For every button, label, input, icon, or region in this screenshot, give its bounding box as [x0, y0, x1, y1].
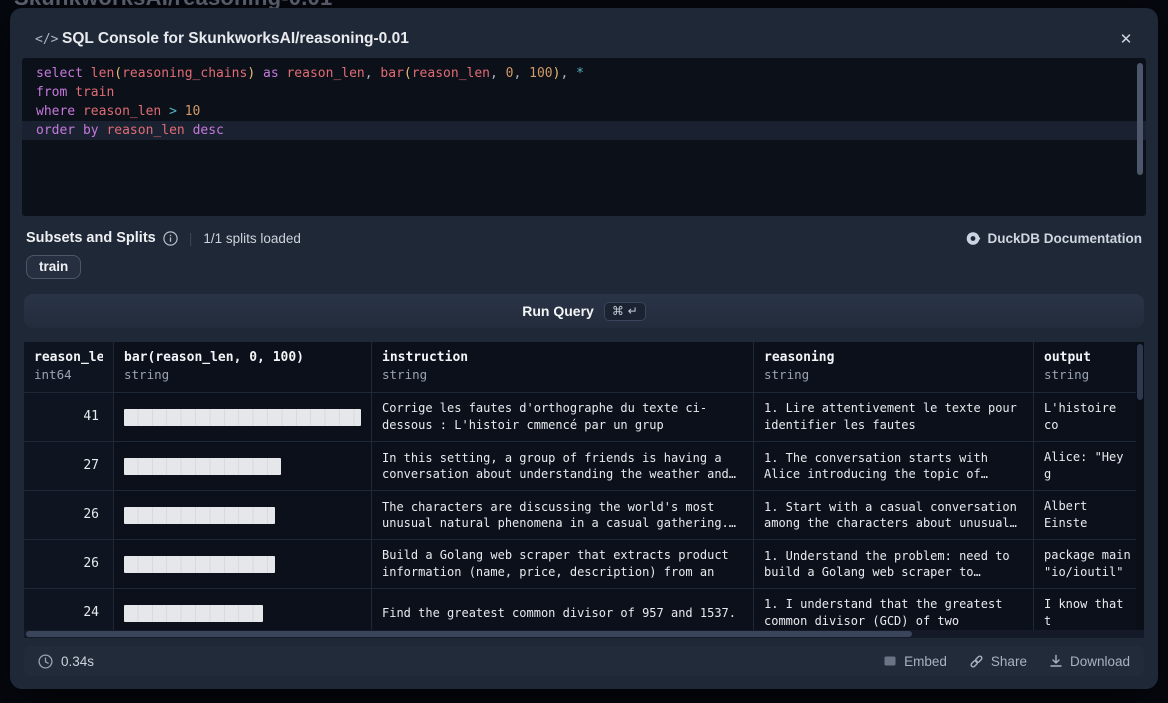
table-row[interactable]: 26 Build a Golang web scraper that extrac…: [24, 539, 1144, 588]
table-cell-output: Alice: "Hey g meteorologist: [1033, 442, 1144, 490]
table-cell-instruction: Build a Golang web scraper that extracts…: [371, 540, 753, 588]
table-cell-reasoning: 1. The conversation starts with Alice in…: [753, 442, 1033, 490]
table-cell-reasoning: 1. Understand the problem: need to build…: [753, 540, 1033, 588]
splits-loaded-status: 1/1 splits loaded: [203, 231, 301, 246]
table-cell-reason-len: 26: [24, 491, 113, 539]
code-line: select len(reasoning_chains) as reason_l…: [22, 64, 1146, 83]
subsets-row: Subsets and Splits | 1/1 splits loaded D…: [26, 227, 1142, 249]
editor-scrollbar[interactable]: [1137, 63, 1143, 175]
bar-fill: [124, 556, 275, 573]
duckdb-doc-link[interactable]: DuckDB Documentation: [966, 231, 1142, 246]
code-line: order by reason_len desc: [22, 121, 1146, 140]
column-header-instruction: instructionstring: [371, 342, 753, 392]
table-cell-reason-len: 27: [24, 442, 113, 490]
table-cell-reasoning: 1. Lire attentivement le texte pour iden…: [753, 393, 1033, 441]
table-row[interactable]: 26 The characters are discussing the worl…: [24, 490, 1144, 539]
page-backdrop: SkunkworksAI/reasoning-0.01 </> SQL Cons…: [0, 0, 1168, 703]
table-cell-instruction: In this setting, a group of friends is h…: [371, 442, 753, 490]
code-line: from train: [22, 83, 1146, 102]
link-icon: [969, 654, 984, 669]
clock-icon: [38, 654, 53, 669]
code-line: where reason_len > 10: [22, 102, 1146, 121]
table-cell-bar: [113, 393, 371, 441]
table-cell-reasoning: 1. Start with a casual conversation amon…: [753, 491, 1033, 539]
column-header-reasoning: reasoningstring: [753, 342, 1033, 392]
close-icon[interactable]: ✕: [1114, 28, 1138, 52]
footer-bar: 0.34s Embed Share Download: [24, 646, 1144, 676]
code-lines: select len(reasoning_chains) as reason_l…: [22, 64, 1146, 140]
table-cell-bar: [113, 491, 371, 539]
download-button[interactable]: Download: [1049, 654, 1130, 669]
table-vertical-scrollbar[interactable]: [1136, 342, 1144, 638]
share-button[interactable]: Share: [969, 654, 1027, 669]
modal-title: SQL Console for SkunkworksAI/reasoning-0…: [62, 30, 409, 48]
split-chip-train[interactable]: train: [26, 255, 81, 279]
run-query-button[interactable]: Run Query ⌘ ↵: [24, 294, 1144, 328]
sql-console-modal: </> SQL Console for SkunkworksAI/reasoni…: [10, 8, 1158, 689]
info-icon[interactable]: [163, 231, 178, 246]
table-header: reason_lenint64bar(reason_len, 0, 100)st…: [24, 342, 1144, 392]
subsets-title: Subsets and Splits: [26, 230, 156, 246]
embed-button[interactable]: Embed: [883, 654, 947, 669]
table-cell-reason-len: 41: [24, 393, 113, 441]
run-query-label: Run Query: [522, 303, 594, 319]
table-cell-bar: [113, 442, 371, 490]
table-cell-reason-len: 26: [24, 540, 113, 588]
divider: |: [189, 230, 193, 246]
table-cell-instruction: Corrige les fautes d'orthographe du text…: [371, 393, 753, 441]
table-cell-output: L'histoire co informatique: [1033, 393, 1144, 441]
bar-fill: [124, 409, 361, 426]
column-header-reason-len: reason_lenint64: [24, 342, 113, 392]
table-row[interactable]: 27 In this setting, a group of friends is…: [24, 441, 1144, 490]
results-table: reason_lenint64bar(reason_len, 0, 100)st…: [24, 342, 1144, 638]
table-horizontal-scrollbar[interactable]: [24, 630, 1144, 638]
bar-fill: [124, 507, 275, 524]
table-body: 41 Corrige les fautes d'orthographe du te…: [24, 392, 1144, 637]
sql-editor[interactable]: select len(reasoning_chains) as reason_l…: [22, 58, 1146, 216]
table-row[interactable]: 41 Corrige les fautes d'orthographe du te…: [24, 392, 1144, 441]
bar-fill: [124, 605, 263, 622]
embed-icon: [883, 654, 897, 668]
bar-fill: [124, 458, 281, 475]
table-cell-bar: [113, 540, 371, 588]
column-header-output: outputstring: [1033, 342, 1144, 392]
download-icon: [1049, 654, 1063, 668]
duckdb-logo-icon: [966, 231, 981, 246]
table-cell-output: Albert Einste place called: [1033, 491, 1144, 539]
query-time: 0.34s: [38, 654, 94, 669]
table-cell-instruction: The characters are discussing the world'…: [371, 491, 753, 539]
code-icon: </>: [35, 32, 58, 47]
column-header-bar-reason-len-0-100-: bar(reason_len, 0, 100)string: [113, 342, 371, 392]
table-cell-output: package main "io/ioutil" ": [1033, 540, 1144, 588]
keyboard-shortcut-badge: ⌘ ↵: [604, 302, 646, 321]
